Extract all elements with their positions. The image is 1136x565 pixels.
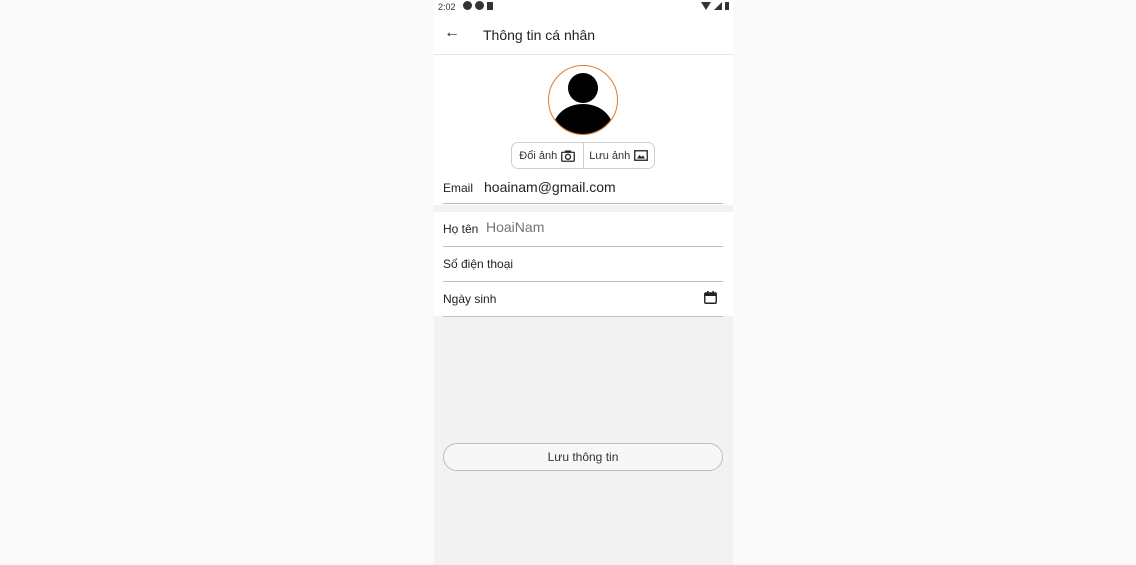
app-toolbar: ← Thông tin cá nhân [434,14,733,55]
name-field-row: Họ tên [443,212,723,247]
change-photo-button[interactable]: Đổi ảnh [512,143,583,168]
calendar-icon[interactable] [704,291,717,304]
email-row: Email hoainam@gmail.com [443,179,723,204]
save-info-button[interactable]: Lưu thông tin [443,443,723,471]
birthday-label: Ngày sinh [443,292,497,306]
battery-icon [725,2,729,10]
page-title: Thông tin cá nhân [483,27,596,43]
wifi-icon [701,2,711,10]
name-label: Họ tên [443,222,479,236]
phone-field-row[interactable]: Số điện thoại [443,247,723,282]
image-icon [634,150,649,161]
notification-b-icon [475,1,484,10]
phone-label: Số điện thoại [443,257,514,271]
birthday-field-row[interactable]: Ngày sinh [443,282,723,317]
back-arrow-icon[interactable]: ← [444,24,460,42]
email-value: hoainam@gmail.com [484,179,616,195]
save-photo-button[interactable]: Lưu ảnh [582,143,655,168]
profile-card: Đổi ảnh Lưu ảnh Email hoainam@gmail.com [434,55,733,205]
notification-a-icon [463,1,472,10]
avatar[interactable] [548,65,618,135]
change-photo-label: Đổi ảnh [519,149,558,162]
status-bar: 2:02 [434,0,733,14]
profile-form: Họ tên Số điện thoại Ngày sinh [434,212,733,317]
photo-button-group: Đổi ảnh Lưu ảnh [511,142,655,169]
phone-screen: 2:02 ← Thông tin cá nhân Đổi ảnh Lưu ảnh… [434,0,733,565]
name-input[interactable] [486,219,686,235]
status-time: 2:02 [438,2,456,12]
camera-icon [561,150,576,162]
save-photo-label: Lưu ảnh [589,149,631,162]
person-silhouette-icon [552,73,614,134]
notification-icons [463,1,493,10]
signal-icon [714,2,722,10]
save-info-label: Lưu thông tin [547,450,619,464]
system-icons [701,2,729,10]
sd-card-icon [487,1,493,10]
email-label: Email [443,181,474,195]
